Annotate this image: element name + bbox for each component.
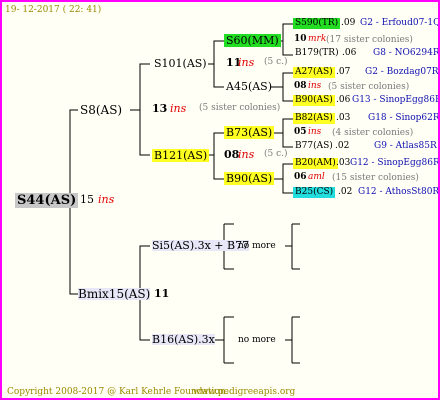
gen4-num: .07 (336, 67, 351, 77)
gen4-num: .06 (336, 95, 351, 105)
gen3-b90-queen[interactable]: B90(AS) (224, 172, 275, 185)
gen4-num: .03 (336, 158, 351, 168)
gen4-ref[interactable]: G12 - SinopEgg86R (350, 159, 438, 168)
gen2-b121-suffix: ins (238, 148, 255, 161)
gen4-ref[interactable]: G18 - Sinop62R (368, 114, 438, 123)
gen4-code[interactable]: B25(CS) (293, 187, 336, 198)
gen4-num: .06 (342, 48, 357, 58)
gen4-sister-num: 06 (294, 172, 307, 182)
gen4-num: .09 (341, 18, 356, 28)
gen3-b73-queen[interactable]: B73(AS) (224, 126, 275, 139)
gen1-top-number: 13 (152, 102, 168, 115)
gen2-si5-no-more: no more (238, 241, 276, 251)
gen2-s101-suffix: ins (238, 56, 255, 69)
gen4-sister-num: 05 (294, 127, 307, 137)
gen4-sister-note: (5 sister colonies) (328, 82, 410, 92)
gen2-si5-queen[interactable]: Si5(AS).3x + B77 (152, 240, 250, 251)
gen4-code[interactable]: A27(AS) (293, 67, 335, 78)
gen4-sister-note: (15 sister colonies) (332, 173, 419, 183)
gen4-code[interactable]: B82(AS) (293, 113, 335, 124)
gen4-ref[interactable]: G12 - AthosSt80R (358, 188, 438, 197)
gen3-a45-queen[interactable]: A45(AS) (226, 81, 272, 92)
gen3-s60-queen[interactable]: S60(MM) (224, 34, 281, 47)
gen4-ref[interactable]: G2 - Bozdag07R (365, 68, 438, 77)
gen4-sister-note: (4 sister colonies) (332, 128, 414, 138)
generation-date: 19- 12-2017 ( 22: 41) (5, 5, 102, 15)
gen4-code[interactable]: B77(AS) (295, 142, 333, 151)
pedigree-frame: 19- 12-2017 ( 22: 41) S44(AS) 15 ins S8(… (0, 0, 440, 400)
gen4-sister-num: 08 (294, 81, 307, 91)
gen4-code[interactable]: B90(AS) (293, 95, 335, 106)
gen4-sister-num: 10 (294, 34, 307, 44)
gen2-b121-queen[interactable]: B121(AS) (152, 149, 210, 162)
gen4-num: .02 (335, 141, 350, 151)
gen4-ref[interactable]: G8 - NO6294R (373, 49, 438, 58)
gen2-s101-note: (5 c.) (264, 57, 288, 67)
gen4-code[interactable]: B20(AM) (293, 158, 338, 169)
root-number: 15 (80, 193, 94, 206)
gen4-code[interactable]: S590(TR) (293, 18, 341, 29)
gen4-ref[interactable]: G13 - SinopEgg86R (352, 96, 438, 105)
gen2-b121-note: (5 c.) (264, 149, 288, 159)
gen2-b16-queen[interactable]: B16(AS).3x (152, 334, 215, 345)
gen1-top-queen[interactable]: S8(AS) (80, 104, 122, 116)
gen4-code[interactable]: B179(TR) (295, 49, 339, 58)
gen4-sister-suffix: mrk (308, 34, 327, 44)
gen4-sister-suffix: ins (308, 127, 322, 137)
gen1-bottom-number: 11 (154, 287, 170, 300)
footer-site-link[interactable]: www.pedigreeapis.org (193, 388, 295, 397)
gen4-sister-suffix: ins (308, 81, 322, 91)
root-queen[interactable]: S44(AS) (15, 193, 79, 208)
gen4-num: .02 (338, 187, 353, 197)
gen4-sister-suffix: aml (308, 172, 325, 182)
root-suffix: ins (98, 193, 115, 206)
gen4-ref[interactable]: G9 - Atlas85R (374, 142, 437, 151)
gen4-ref[interactable]: G2 - Erfoud07-1Q (360, 19, 438, 28)
gen1-top-suffix: ins (170, 102, 187, 115)
gen4-sister-note: (17 sister colonies) (326, 35, 413, 45)
gen2-s101-queen[interactable]: S101(AS) (154, 58, 207, 69)
gen2-b16-no-more: no more (238, 335, 276, 345)
gen1-top-note: (5 sister colonies) (199, 103, 281, 113)
gen1-bottom-queen[interactable]: Bmix15(AS) (78, 288, 151, 300)
gen4-num: .03 (336, 113, 351, 123)
